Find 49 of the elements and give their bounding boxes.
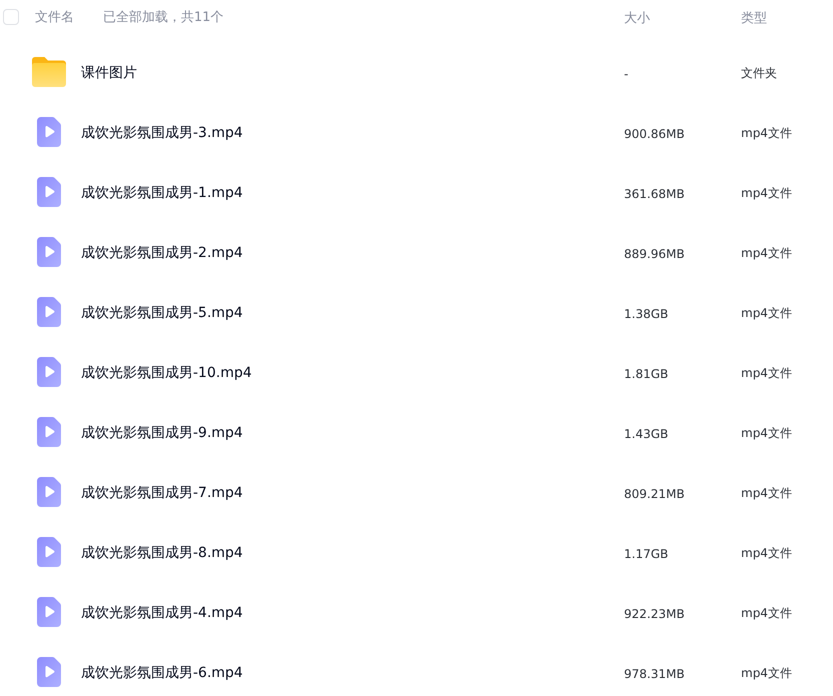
file-type: 文件夹: [741, 66, 777, 80]
file-size: -: [624, 66, 628, 80]
file-type: mp4文件: [741, 546, 792, 560]
file-type: mp4文件: [741, 486, 792, 500]
file-type: mp4文件: [741, 306, 792, 320]
video-file-icon: [37, 177, 61, 207]
file-name[interactable]: 成饮光影氛围成男-1.mp4: [81, 185, 243, 201]
file-name[interactable]: 成饮光影氛围成男-7.mp4: [81, 485, 243, 501]
file-size: 1.81GB: [624, 366, 668, 380]
file-size: 900.86MB: [624, 126, 685, 140]
file-name[interactable]: 课件图片: [81, 65, 137, 81]
video-file-icon: [37, 657, 61, 687]
video-file-icon: [37, 537, 61, 567]
file-type: mp4文件: [741, 606, 792, 620]
file-type: mp4文件: [741, 426, 792, 440]
file-size: 922.23MB: [624, 606, 685, 620]
file-size: 361.68MB: [624, 186, 685, 200]
file-name[interactable]: 成饮光影氛围成男-9.mp4: [81, 425, 243, 441]
file-name[interactable]: 成饮光影氛围成男-10.mp4: [81, 365, 252, 381]
file-name[interactable]: 成饮光影氛围成男-2.mp4: [81, 245, 243, 261]
file-size: 978.31MB: [624, 666, 685, 680]
file-size: 1.17GB: [624, 546, 668, 560]
video-file-icon: [37, 597, 61, 627]
file-name[interactable]: 成饮光影氛围成男-6.mp4: [81, 665, 243, 681]
file-size: 889.96MB: [624, 246, 685, 260]
file-size: 1.38GB: [624, 306, 668, 320]
file-type: mp4文件: [741, 666, 792, 680]
file-type: mp4文件: [741, 126, 792, 140]
file-name[interactable]: 成饮光影氛围成男-4.mp4: [81, 605, 243, 621]
folder-icon: [32, 57, 66, 87]
video-file-icon: [37, 357, 61, 387]
video-file-icon: [37, 117, 61, 147]
name-column-header: 文件名: [35, 9, 74, 26]
file-size: 1.43GB: [624, 426, 668, 440]
type-column-header: 类型: [741, 11, 767, 26]
size-column-header: 大小: [624, 11, 650, 26]
file-size: 809.21MB: [624, 486, 685, 500]
video-file-icon: [37, 477, 61, 507]
video-file-icon: [37, 417, 61, 447]
file-type: mp4文件: [741, 186, 792, 200]
file-name[interactable]: 成饮光影氛围成男-5.mp4: [81, 305, 243, 321]
file-type: mp4文件: [741, 246, 792, 260]
file-name[interactable]: 成饮光影氛围成男-3.mp4: [81, 125, 243, 141]
file-type: mp4文件: [741, 366, 792, 380]
video-file-icon: [37, 237, 61, 267]
select-all-checkbox[interactable]: [3, 9, 19, 25]
load-status-text: 已全部加载，共11个: [103, 9, 224, 26]
file-name[interactable]: 成饮光影氛围成男-8.mp4: [81, 545, 243, 561]
video-file-icon: [37, 297, 61, 327]
